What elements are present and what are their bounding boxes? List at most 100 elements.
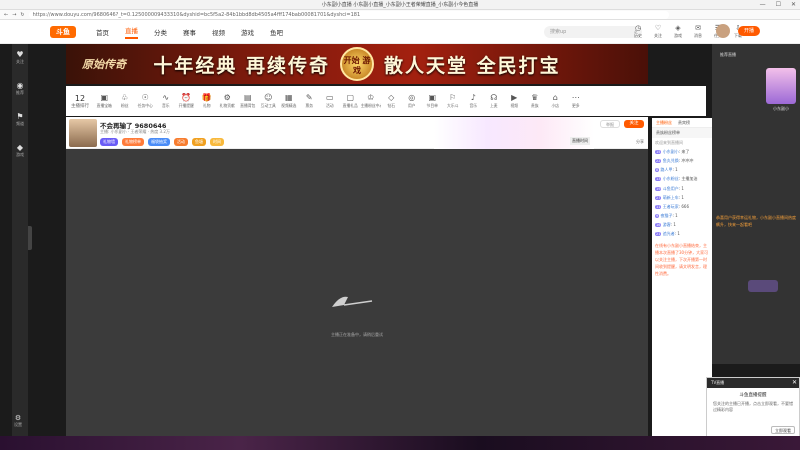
follow-icon: ♡	[654, 24, 662, 32]
chat-username[interactable]: 小东粉丝	[663, 176, 679, 181]
banner-start-badge[interactable]: 开始 游戏	[340, 47, 374, 81]
search-input[interactable]: 搜索up ⌕	[544, 26, 642, 38]
chat-tab-vip[interactable]: 贵宾榜	[678, 120, 690, 126]
side-mini-avatar[interactable]	[748, 280, 778, 292]
function-item[interactable]: ▣ 直播宝箱	[94, 93, 115, 109]
popup-watch-button[interactable]: 立即观看	[771, 426, 795, 434]
function-item[interactable]: ♛ 贵族	[525, 93, 546, 109]
function-item[interactable]: ☊ 上麦	[484, 93, 505, 109]
streamer-avatar[interactable]	[69, 119, 97, 147]
function-item[interactable]: ♧ 粉丝	[115, 93, 136, 109]
header-icon-btn[interactable]: ◷ 历史	[632, 24, 644, 40]
reload-icon[interactable]: ↻	[20, 12, 24, 18]
function-item[interactable]: ♪ 音乐	[463, 93, 484, 109]
chat-username[interactable]: 斗鱼用户	[663, 186, 679, 191]
function-item[interactable]: ⏰ 开播提醒	[176, 93, 197, 109]
function-item[interactable]: ⚙ 礼物贡献	[217, 93, 238, 109]
function-item[interactable]: ▢ 直播礼品	[340, 93, 361, 109]
room-tag[interactable]: 礼物榜单	[122, 138, 144, 146]
nav-category[interactable]: 分类	[154, 27, 167, 37]
chat-message: 27 萌新上车: 1	[655, 194, 684, 200]
header-icon-btn[interactable]: ◈ 游戏	[672, 24, 684, 40]
function-item[interactable]: ▭ 活动	[320, 93, 341, 109]
nav-video[interactable]: 视频	[212, 27, 225, 37]
room-tag[interactable]: 福袋抽奖	[148, 138, 170, 146]
function-item[interactable]: ▦ 视频精选	[279, 93, 300, 109]
report-button[interactable]: 举报	[600, 120, 620, 128]
function-item[interactable]: ⌂ 小店	[545, 93, 566, 109]
address-bar: ← → ↻ https://www.douyu.com/9680646?_t=0…	[0, 10, 800, 20]
room-tag[interactable]: 活动	[174, 138, 188, 146]
function-item[interactable]: ✎ 票务	[299, 93, 320, 109]
window-controls: — ☐ ✕	[760, 0, 796, 10]
function-item[interactable]: ◎ 用户	[402, 93, 423, 109]
header-icon-btn[interactable]: ♡ 关注	[652, 24, 664, 40]
function-item-label: 用户	[407, 103, 416, 108]
function-item[interactable]: ▣ 节目单	[422, 93, 443, 109]
forward-icon[interactable]: →	[12, 12, 16, 18]
nav-live[interactable]: 直播	[125, 25, 138, 39]
chat-username[interactable]: 路人甲	[661, 167, 673, 172]
header-icon-label: 游戏	[674, 33, 682, 38]
function-item[interactable]: ▶ 视频	[504, 93, 525, 109]
chat-username[interactable]: 萌新上车	[663, 195, 679, 200]
function-item-label: 主播粉丝中心	[360, 103, 382, 108]
nav-home[interactable]: 首页	[96, 27, 109, 37]
function-item[interactable]: ☉ 任务中心	[135, 93, 156, 109]
diamond-icon: ◇	[388, 93, 395, 102]
site-logo[interactable]: 斗鱼	[50, 25, 76, 38]
chat-username[interactable]: 王者玩家	[663, 204, 679, 209]
anchor-rank[interactable]: 12 主播排行	[66, 94, 94, 109]
chat-username[interactable]: 鱼丸兑换	[663, 158, 679, 163]
room-tag[interactable]: 时间	[210, 138, 224, 146]
nav-yuba[interactable]: 鱼吧	[270, 27, 283, 37]
function-item[interactable]: ◇ 钻石	[381, 93, 402, 109]
share-link[interactable]: 分享	[636, 139, 644, 145]
window-titlebar: 小东副小直播 小东副小直播_小东副小王者荣耀直播_小东副小今色直播 — ☐ ✕	[0, 0, 800, 10]
go-live-button[interactable]: 开播	[738, 26, 760, 36]
function-item[interactable]: 🎁 礼物	[197, 93, 218, 109]
room-tag[interactable]: 礼物墙	[100, 138, 118, 146]
function-item[interactable]: ⚐ 大乐斗	[443, 93, 464, 109]
function-item[interactable]: ♔主播粉丝中心	[361, 93, 382, 109]
maximize-button[interactable]: ☐	[776, 0, 781, 10]
left-nav-label: 频道	[16, 121, 24, 126]
function-item[interactable]: ∿ 音乐	[156, 93, 177, 109]
recommend-card[interactable]	[766, 68, 796, 104]
user-avatar[interactable]	[716, 24, 730, 38]
function-item[interactable]: ☺ 互动工具	[258, 93, 279, 109]
left-nav-item[interactable]: ◆ 游戏	[16, 143, 24, 158]
header-icon-btn[interactable]: ✉ 消息	[692, 24, 704, 40]
follow-button[interactable]: 关注	[624, 120, 644, 128]
function-item[interactable]: ▤ 直播背包	[238, 93, 259, 109]
chat-username[interactable]: 小东副小	[663, 149, 679, 154]
chat-text: 1	[675, 213, 678, 219]
minimize-button[interactable]: —	[760, 0, 766, 10]
left-nav-item[interactable]: ⚑ 频道	[16, 112, 24, 127]
ad-banner[interactable]: 原始传奇 十年经典 再续传奇 开始 游戏 散人天堂 全民打宝	[66, 44, 648, 84]
sidebar-collapse-handle[interactable]	[28, 226, 32, 250]
popup-close-icon[interactable]: ✕	[792, 378, 797, 388]
header-icon-label: 关注	[654, 33, 662, 38]
nav-esports[interactable]: 赛事	[183, 27, 196, 37]
chat-username[interactable]: 追光者	[663, 231, 675, 236]
user-icon: ◎	[408, 93, 416, 102]
function-item[interactable]: ⋯ 更多	[566, 93, 587, 109]
left-nav-label: 推荐	[16, 90, 24, 95]
chat-text: 来了	[681, 148, 690, 154]
url-field[interactable]: https://www.douyu.com/9680646?_t=0.12500…	[28, 10, 669, 19]
function-item-label: 任务中心	[137, 103, 153, 108]
back-icon[interactable]: ←	[4, 12, 8, 18]
chat-text: 1	[677, 231, 680, 237]
chat-tab-fans[interactable]: 主播粉丝	[656, 120, 672, 126]
room-tag[interactable]: 鱼塘	[192, 138, 206, 146]
user-level-badge: 21	[655, 232, 662, 237]
left-nav-item[interactable]: ◉ 推荐	[16, 81, 24, 96]
close-window-button[interactable]: ✕	[791, 0, 796, 10]
chat-username[interactable]: 夜猫子	[661, 213, 673, 218]
chat-username[interactable]: 游客	[663, 222, 671, 227]
left-nav-item[interactable]: ♥ 关注	[16, 50, 24, 65]
nav-game[interactable]: 游戏	[241, 27, 254, 37]
settings-nav[interactable]: ⚙ 设置	[14, 414, 22, 428]
chat-message: 19 斗鱼用户: 1	[655, 185, 684, 191]
